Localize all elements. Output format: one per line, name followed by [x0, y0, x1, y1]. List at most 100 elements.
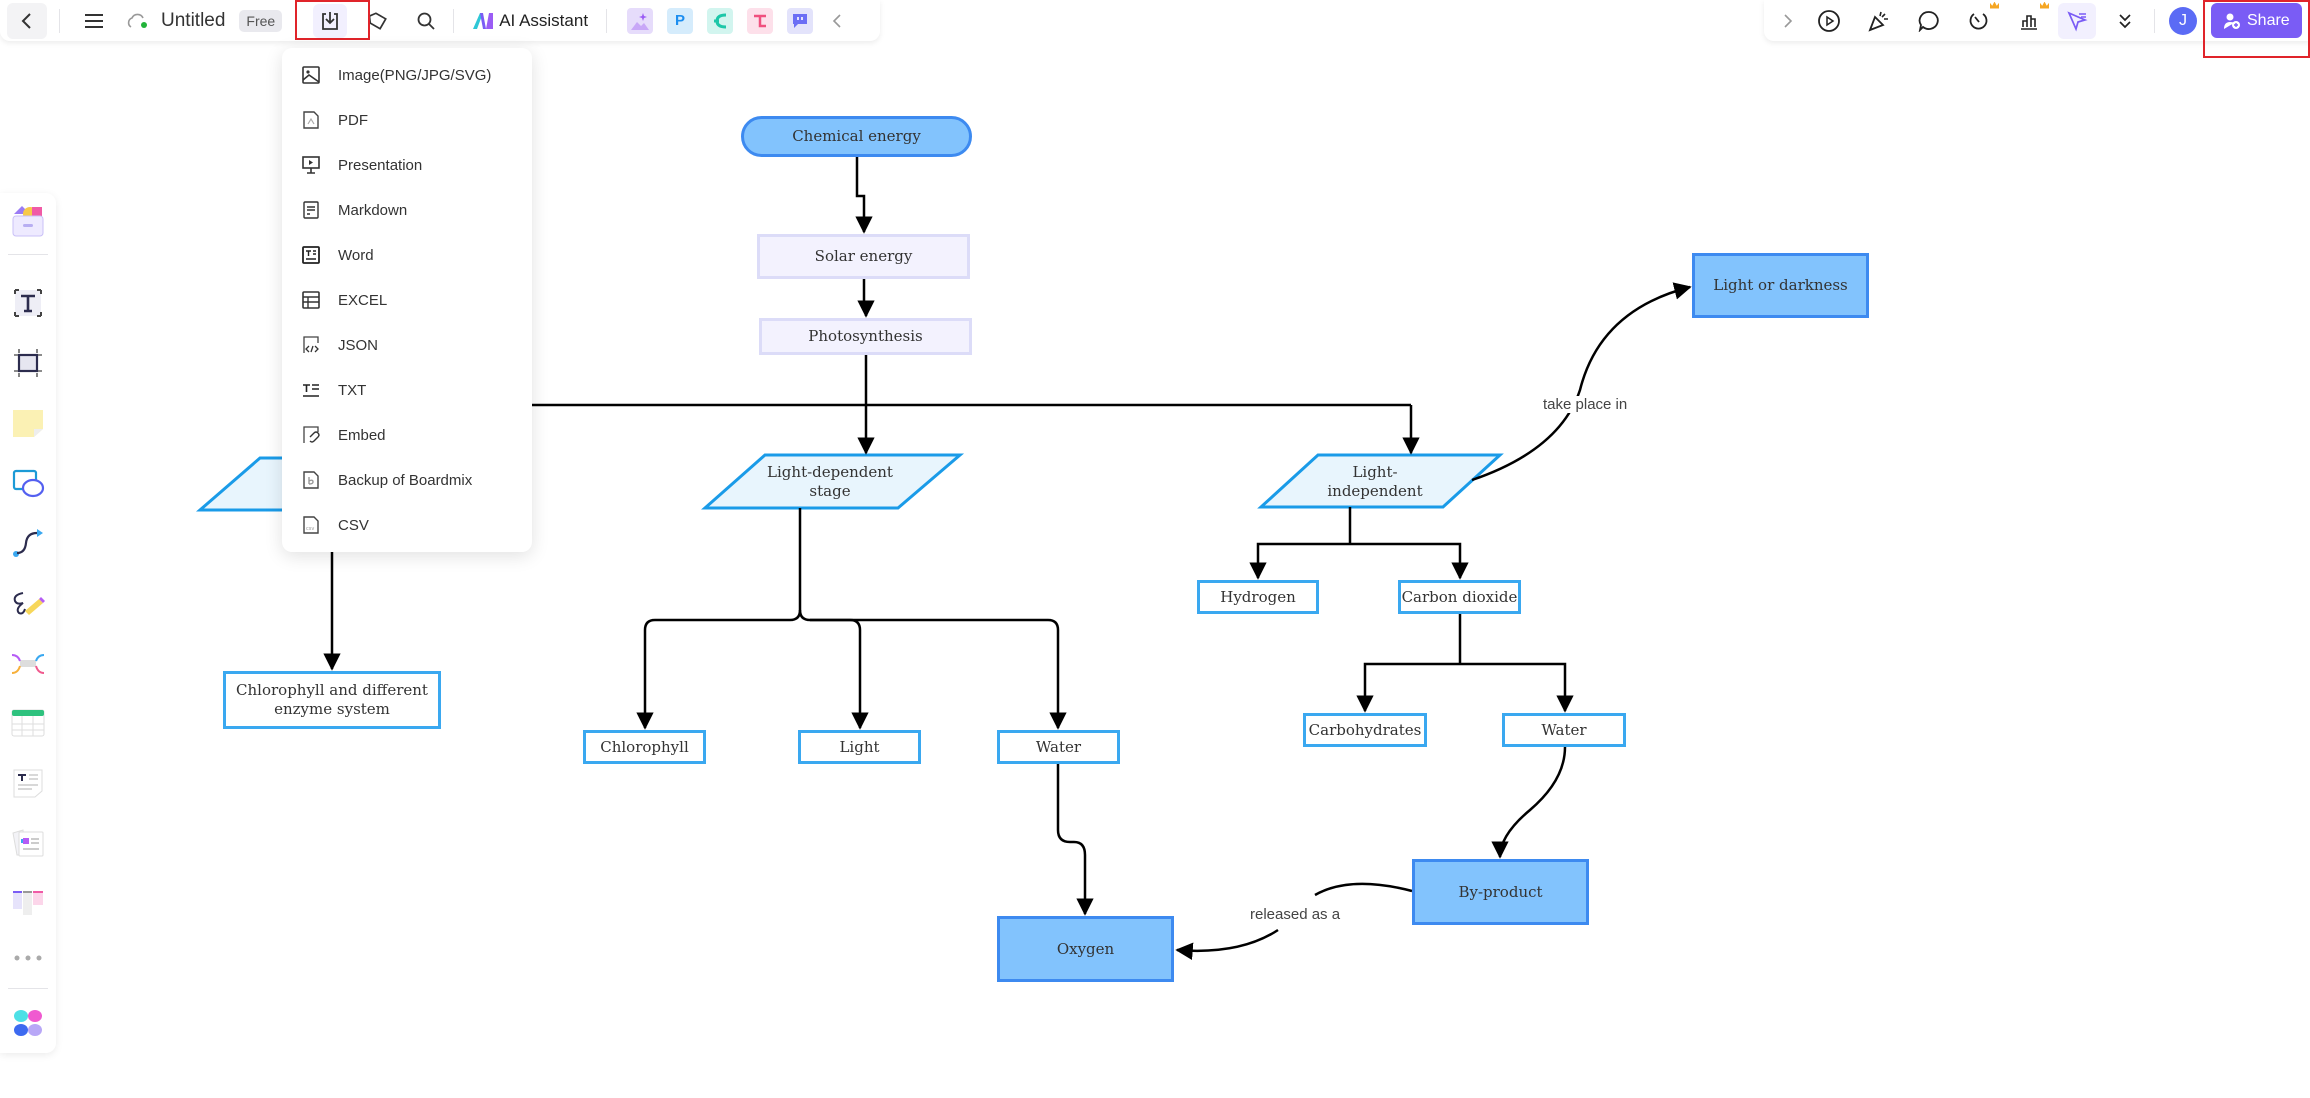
more-icon: [14, 955, 42, 961]
node-carbon-dioxide[interactable]: Carbon dioxide: [1398, 580, 1521, 614]
presentation-icon: [302, 156, 320, 174]
text-doc-button[interactable]: [8, 763, 48, 803]
more-tools-sidebar-button[interactable]: [8, 938, 48, 978]
menu-item-label: Presentation: [338, 156, 423, 174]
user-avatar[interactable]: J: [2169, 6, 2197, 35]
edge-label-take-place-in[interactable]: take place in: [1540, 396, 1631, 413]
sticky-note-button[interactable]: [8, 403, 48, 443]
text-tool-button[interactable]: [8, 283, 48, 323]
sidebar-divider: [8, 988, 48, 989]
node-solar-energy[interactable]: Solar energy: [757, 234, 970, 279]
node-oxygen[interactable]: Oxygen: [997, 916, 1174, 982]
edge-water-byproduct: [1491, 746, 1567, 859]
embed-icon: [303, 426, 320, 443]
shapes-button[interactable]: [8, 463, 48, 503]
menu-item-excel[interactable]: EXCEL: [282, 280, 532, 320]
edge-chemical-solar: [855, 157, 873, 234]
svg-text:csv: csv: [306, 526, 314, 532]
menu-item-boardmix-backup[interactable]: Backup of Boardmix: [282, 460, 532, 500]
menu-item-markdown[interactable]: Markdown: [282, 190, 532, 230]
table-button[interactable]: [8, 703, 48, 743]
node-water-2[interactable]: Water: [1502, 713, 1626, 747]
timer-button[interactable]: [1962, 1, 1999, 38]
connector-button[interactable]: [8, 523, 48, 563]
tag-icon: [368, 11, 388, 30]
menu-item-pdf[interactable]: PDF: [282, 100, 532, 140]
node-light-dependent[interactable]: Light-dependent stage: [740, 458, 920, 506]
present-button[interactable]: [1812, 4, 1846, 38]
celebrate-button[interactable]: [1862, 4, 1896, 38]
vote-button[interactable]: [2012, 1, 2049, 38]
boardmix-backup-icon: [303, 471, 319, 489]
apps-button[interactable]: [8, 1003, 48, 1043]
flowchart-button[interactable]: [747, 7, 774, 34]
node-light-independent[interactable]: Light-independent: [1300, 458, 1450, 506]
search-button[interactable]: [409, 4, 443, 38]
menu-item-csv[interactable]: csv CSV: [282, 505, 532, 545]
kanban-button[interactable]: [8, 883, 48, 923]
node-by-product[interactable]: By-product: [1412, 859, 1589, 925]
menu-item-label: JSON: [338, 336, 379, 354]
menu-item-word[interactable]: Word: [282, 235, 532, 275]
edge-water-oxygen: [1056, 764, 1094, 916]
cloud-status: [121, 4, 155, 38]
presentation-p-icon: P: [675, 12, 686, 29]
menu-item-label: TXT: [338, 381, 367, 399]
document-title[interactable]: Untitled: [161, 10, 225, 32]
menu-item-image[interactable]: Image(PNG/JPG/SVG): [282, 55, 532, 95]
menu-item-txt[interactable]: TXT: [282, 370, 532, 410]
pen-button[interactable]: [8, 583, 48, 623]
templates-button[interactable]: [8, 201, 48, 241]
node-chemical-energy[interactable]: Chemical energy: [741, 116, 972, 157]
cards-button[interactable]: [8, 823, 48, 863]
edge-li-darkness: [1471, 282, 1692, 482]
back-button[interactable]: [7, 2, 47, 39]
chevron-left-icon: [21, 12, 31, 29]
mindmap-button[interactable]: [707, 7, 734, 34]
menu-item-json[interactable]: JSON: [282, 325, 532, 365]
node-photosynthesis[interactable]: Photosynthesis: [759, 318, 972, 355]
edge-label-released-as-a[interactable]: released as a: [1247, 906, 1344, 923]
follow-cursor-button[interactable]: [2058, 2, 2096, 39]
ai-assistant-button[interactable]: AI Assistant: [472, 4, 588, 38]
pdf-icon: [303, 111, 319, 129]
node-chlorophyll[interactable]: Chlorophyll: [583, 730, 706, 764]
mindmap-tool-icon: [11, 654, 45, 674]
menu-item-label: Markdown: [338, 201, 408, 219]
connector-icon: [13, 529, 43, 557]
expand-toolbar-button[interactable]: [1780, 4, 1796, 38]
mindmap-tool-button[interactable]: [8, 643, 48, 683]
menu-item-presentation[interactable]: Presentation: [282, 145, 532, 185]
menu-item-embed[interactable]: Embed: [282, 415, 532, 455]
hamburger-menu-icon: [85, 13, 103, 28]
edge-ld-light: [798, 609, 869, 730]
edge-ld-water: [810, 618, 1067, 730]
chat-button[interactable]: [787, 7, 814, 34]
collapse-toolbar-button[interactable]: [827, 4, 847, 38]
edge-co2-carbs: [1356, 662, 1460, 713]
comment-button[interactable]: [1912, 4, 1946, 38]
node-light[interactable]: Light: [798, 730, 921, 764]
timer-icon: [1969, 12, 1988, 30]
excel-icon: [302, 291, 320, 309]
more-tools-button[interactable]: [2108, 4, 2142, 38]
frame-tool-button[interactable]: [8, 343, 48, 383]
ai-image-icon: [631, 12, 650, 30]
presentation-button[interactable]: P: [667, 7, 694, 34]
plan-badge: Free: [239, 9, 283, 32]
node-chlorophyll-enzyme[interactable]: Chlorophyll and different enzyme system: [223, 671, 441, 729]
export-menu: Image(PNG/JPG/SVG) PDF Presentation Mark…: [282, 48, 532, 552]
menu-item-label: CSV: [338, 516, 369, 534]
node-water-1[interactable]: Water: [997, 730, 1120, 764]
celebrate-icon: [1868, 11, 1888, 32]
node-carbohydrates[interactable]: Carbohydrates: [1303, 713, 1427, 747]
csv-icon: csv: [303, 516, 319, 534]
chevron-left-icon: [832, 13, 841, 28]
ai-image-button[interactable]: [627, 7, 654, 34]
json-icon: [303, 336, 319, 353]
node-hydrogen[interactable]: Hydrogen: [1197, 580, 1319, 614]
node-light-or-darkness[interactable]: Light or darkness: [1692, 253, 1869, 318]
toolbar-divider: [453, 8, 455, 33]
toolbar-divider: [606, 8, 608, 33]
main-menu-button[interactable]: [77, 4, 111, 38]
